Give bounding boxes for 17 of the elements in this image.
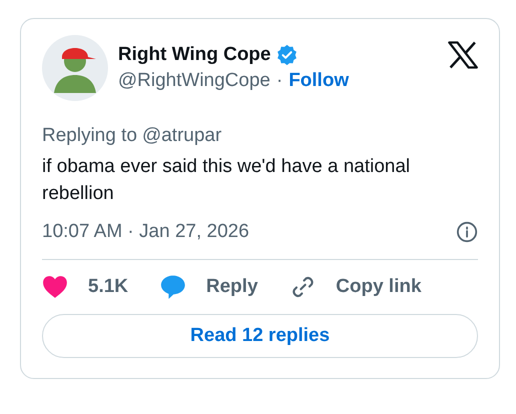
replying-to-label: Replying to (42, 125, 138, 147)
timestamp-link[interactable]: 10:07 AM · Jan 27, 2026 (42, 221, 250, 243)
reply-action[interactable]: Reply (160, 274, 258, 300)
copy-action[interactable]: Copy link (290, 274, 422, 300)
info-icon[interactable] (456, 221, 478, 243)
follow-link[interactable]: Follow (288, 70, 349, 92)
tweet-text: if obama ever said this we'd have a national rebellion (42, 155, 412, 206)
speech-bubble-icon (160, 274, 186, 300)
like-action[interactable]: 5.1K (42, 275, 128, 299)
avatar[interactable] (42, 35, 108, 101)
mention-link[interactable]: @atrupar (142, 125, 222, 147)
x-logo-icon[interactable] (448, 41, 478, 69)
author-name[interactable]: Right Wing Cope (118, 44, 271, 66)
separator: · (276, 70, 283, 92)
read-replies-button[interactable]: Read 12 replies (42, 314, 478, 358)
author-handle[interactable]: @RightWingCope (118, 70, 270, 92)
heart-icon (42, 275, 68, 299)
